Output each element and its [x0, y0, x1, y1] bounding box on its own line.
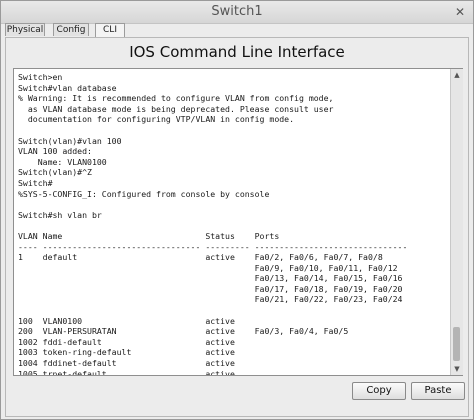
terminal-line: 1005 trnet-default active — [18, 368, 235, 376]
title-bar: Switch1 ✕ — [1, 1, 473, 24]
app-window: Switch1 ✕ Physical Config CLI IOS Comman… — [0, 0, 474, 420]
terminal-line: ---- -------------------------------- --… — [18, 241, 408, 252]
terminal-line: Fa0/17, Fa0/18, Fa0/19, Fa0/20 — [18, 283, 403, 294]
panel-heading: IOS Command Line Interface — [129, 43, 345, 61]
terminal-line: documentation for configuring VTP/VLAN i… — [18, 114, 295, 125]
terminal-line: Name: VLAN0100 — [18, 156, 107, 167]
scroll-thumb[interactable] — [453, 327, 460, 361]
close-icon[interactable]: ✕ — [453, 5, 467, 19]
terminal-scrollbar[interactable]: ▲ ▼ — [450, 69, 463, 375]
terminal-line: Fa0/21, Fa0/22, Fa0/23, Fa0/24 — [18, 294, 403, 305]
tab-config[interactable]: Config — [53, 23, 89, 36]
terminal-line: Switch(vlan)#^Z — [18, 167, 92, 178]
terminal-line: % Warning: It is recommended to configur… — [18, 93, 334, 104]
terminal-line: Fa0/9, Fa0/10, Fa0/11, Fa0/12 — [18, 262, 398, 273]
terminal-line: 1004 fddinet-default active — [18, 358, 235, 369]
tab-cli[interactable]: CLI — [95, 23, 125, 37]
cli-panel: IOS Command Line Interface Switch>en Swit… — [5, 37, 469, 417]
terminal-line: 1002 fddi-default active — [18, 336, 235, 347]
terminal-output: Switch>en Switch#vlan database% Warning: … — [18, 72, 448, 376]
terminal-line: Switch# — [18, 177, 53, 188]
terminal-line: VLAN Name Status Ports — [18, 230, 280, 241]
terminal-line: Switch>en — [18, 72, 63, 82]
terminal-line: Switch#sh vlan br — [18, 209, 102, 220]
terminal-line: Switch(vlan)#vlan 100 — [18, 135, 122, 146]
cli-terminal[interactable]: Switch>en Switch#vlan database% Warning: … — [13, 68, 463, 376]
terminal-line: 1003 token-ring-default active — [18, 347, 235, 358]
terminal-line: VLAN 100 added: — [18, 146, 92, 157]
tab-physical[interactable]: Physical — [5, 23, 45, 36]
terminal-line: 1 default active Fa0/2, Fa0/6, Fa0/7, Fa… — [18, 252, 383, 263]
scroll-up-icon[interactable]: ▲ — [451, 69, 463, 81]
terminal-line: 200 VLAN-PERSURATAN active Fa0/3, Fa0/4,… — [18, 326, 349, 337]
copy-button[interactable]: Copy — [352, 382, 406, 400]
terminal-line: %SYS-5-CONFIG_I: Configured from console… — [18, 188, 270, 199]
terminal-line: 100 VLAN0100 active — [18, 315, 235, 326]
scroll-down-icon[interactable]: ▼ — [451, 363, 463, 375]
terminal-line: as VLAN database mode is being deprecate… — [18, 103, 334, 114]
terminal-line: Fa0/13, Fa0/14, Fa0/15, Fa0/16 — [18, 273, 403, 284]
terminal-line: Switch#vlan database — [18, 82, 117, 93]
paste-button[interactable]: Paste — [411, 382, 465, 400]
window-title: Switch1 — [211, 4, 263, 19]
